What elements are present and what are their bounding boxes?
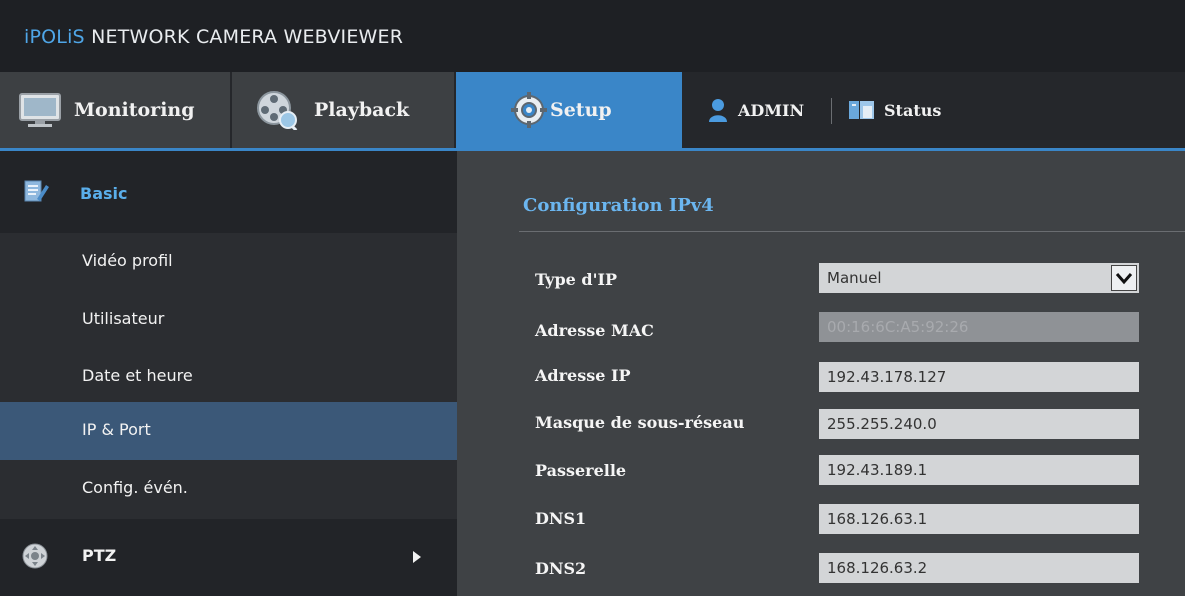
tab-monitoring[interactable]: Monitoring [0,72,230,148]
tab-setup[interactable]: Setup [456,72,682,148]
chevron-right-icon [412,549,422,563]
status-icon [848,98,876,122]
gateway-label: Passerelle [535,461,627,480]
sidebar: Basic Vidéo profil Utilisateur Date et h… [0,151,457,596]
edit-document-icon [22,177,50,205]
admin-label: ADMIN [738,100,805,120]
tab-monitoring-label: Monitoring [74,99,195,121]
subnet-mask-label: Masque de sous-réseau [535,413,745,432]
sidebar-item-label: Vidéo profil [82,251,173,270]
gateway-field[interactable] [819,455,1139,485]
sidebar-item-date-time[interactable]: Date et heure [0,348,457,406]
ip-type-label: Type d'IP [535,270,617,289]
ip-address-label: Adresse IP [535,366,631,385]
sidebar-item-user[interactable]: Utilisateur [0,291,457,349]
dns2-label: DNS2 [535,559,587,578]
sidebar-section-ptz[interactable]: PTZ [0,519,457,596]
ptz-icon [22,543,48,569]
title-divider [519,231,1185,232]
brand-logo: iPOLiS [24,26,85,48]
ip-type-select[interactable]: Manuel [819,263,1139,293]
gear-icon [510,91,548,129]
title-bar: iPOLiS NETWORK CAMERA WEBVIEWER [0,0,1185,72]
mac-field [819,312,1139,342]
chevron-down-icon[interactable] [1111,265,1137,291]
dns1-field[interactable] [819,504,1139,534]
tab-playback[interactable]: Playback [232,72,454,148]
tab-setup-label: Setup [550,99,612,121]
film-reel-icon [254,90,300,132]
ip-type-value: Manuel [827,269,882,287]
app-title-text: NETWORK CAMERA WEBVIEWER [91,26,404,48]
sidebar-section-basic[interactable]: Basic [0,151,457,233]
main-panel: Configuration IPv4 Type d'IP Manuel Adre… [457,151,1185,596]
status-label: Status [884,100,942,120]
mac-label: Adresse MAC [535,321,654,340]
sidebar-section-label: Basic [80,184,128,203]
sidebar-item-label: Date et heure [82,366,193,385]
sidebar-item-label: Utilisateur [82,309,165,328]
tab-playback-label: Playback [314,99,410,121]
monitor-icon [18,92,62,128]
nav-divider [831,98,832,124]
app-title: iPOLiS NETWORK CAMERA WEBVIEWER [24,26,403,48]
top-nav: Monitoring Playback Setup ADMIN Status [0,72,1185,148]
page-title: Configuration IPv4 [523,195,714,216]
status-link[interactable]: Status [848,72,941,148]
sidebar-ptz-label: PTZ [82,546,117,565]
dns2-field[interactable] [819,553,1139,583]
sidebar-item-video-profile[interactable]: Vidéo profil [0,233,457,291]
subnet-mask-field[interactable] [819,409,1139,439]
sidebar-item-label: Config. évén. [82,478,188,497]
user-icon [708,98,728,122]
sidebar-item-event-config[interactable]: Config. évén. [0,460,457,518]
sidebar-item-label: IP & Port [82,420,151,439]
dns1-label: DNS1 [535,509,587,528]
admin-user[interactable]: ADMIN [708,72,804,148]
sidebar-item-ip-port[interactable]: IP & Port [0,402,457,460]
ip-address-field[interactable] [819,362,1139,392]
